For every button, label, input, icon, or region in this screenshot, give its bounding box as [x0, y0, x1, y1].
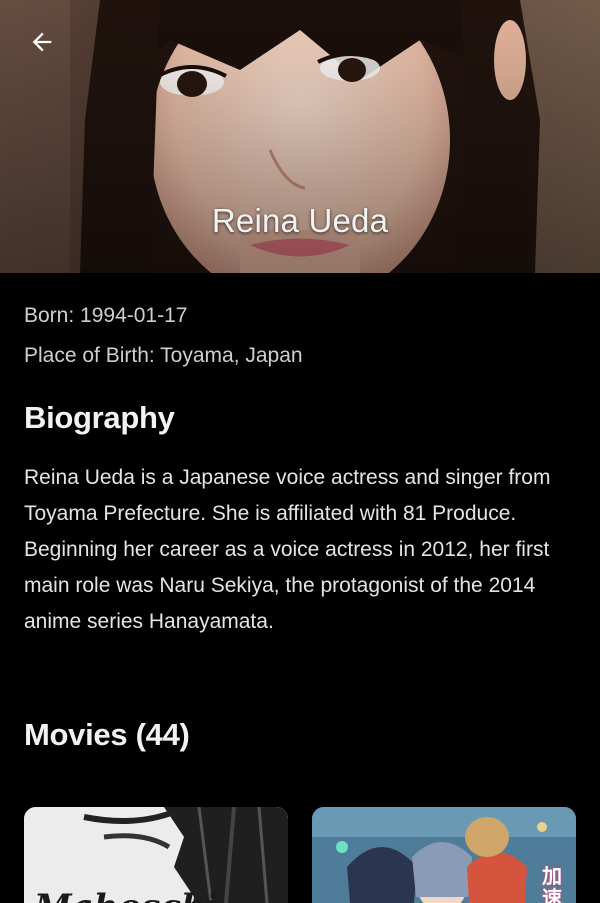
movies-title: Movies (44) [24, 717, 190, 752]
movie-poster[interactable]: Mahoschi [24, 807, 288, 903]
back-button[interactable] [18, 22, 66, 62]
poster-title-text: Mahoschi [34, 887, 219, 903]
place-of-birth: Place of Birth: Toyama, Japan [24, 344, 303, 367]
person-details: Born: 1994-01-17 Place of Birth: Toyama,… [24, 296, 576, 640]
biography-text: Reina Ueda is a Japanese voice actress a… [24, 466, 551, 633]
movie-poster-image [312, 807, 576, 903]
person-name: Reina Ueda [211, 202, 389, 239]
born-date: Born: 1994-01-17 [24, 304, 188, 327]
poster-title-text: 加速 [542, 864, 562, 903]
profile-photo-header: Reina Ueda [0, 0, 600, 273]
biography-title: Biography [24, 400, 175, 435]
movie-poster[interactable]: 加速 [312, 807, 576, 903]
person-detail-screen: Reina Ueda Born: 1994-01-17 Place of Bir… [0, 0, 600, 903]
arrow-left-icon [32, 32, 52, 52]
